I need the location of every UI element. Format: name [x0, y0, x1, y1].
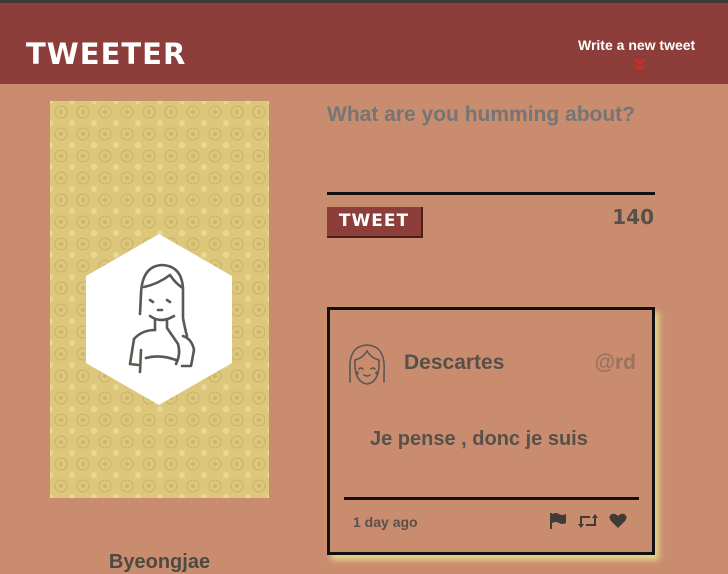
tweet-button[interactable]: TWEET	[327, 207, 423, 238]
flag-icon[interactable]	[549, 512, 567, 530]
compose-divider	[327, 192, 655, 195]
tweet-compose-input[interactable]	[327, 101, 657, 129]
tweet-author: Descartes	[404, 351, 505, 374]
logo: TWEETER	[26, 37, 187, 71]
retweet-icon[interactable]	[578, 512, 598, 530]
nav-bar: TWEETER Write a new tweet	[0, 3, 728, 84]
tweet-card: Descartes @rd Je pense , donc je suis 1 …	[327, 307, 655, 555]
tweet-text: Je pense , donc je suis	[370, 428, 588, 450]
heart-icon[interactable]	[609, 512, 627, 530]
profile-avatar	[86, 234, 232, 405]
tweet-divider	[344, 497, 639, 500]
tweet-avatar	[349, 344, 385, 385]
profile-username: Byeongjae	[108, 551, 211, 573]
tweet-handle: @rd	[594, 351, 636, 374]
profile-card: Byeongjae	[50, 101, 269, 573]
tweet-timestamp: 1 day ago	[353, 514, 418, 530]
chevron-down-double-icon[interactable]	[633, 56, 647, 72]
character-counter: 140	[612, 205, 654, 229]
write-new-tweet-link[interactable]: Write a new tweet	[578, 37, 695, 53]
